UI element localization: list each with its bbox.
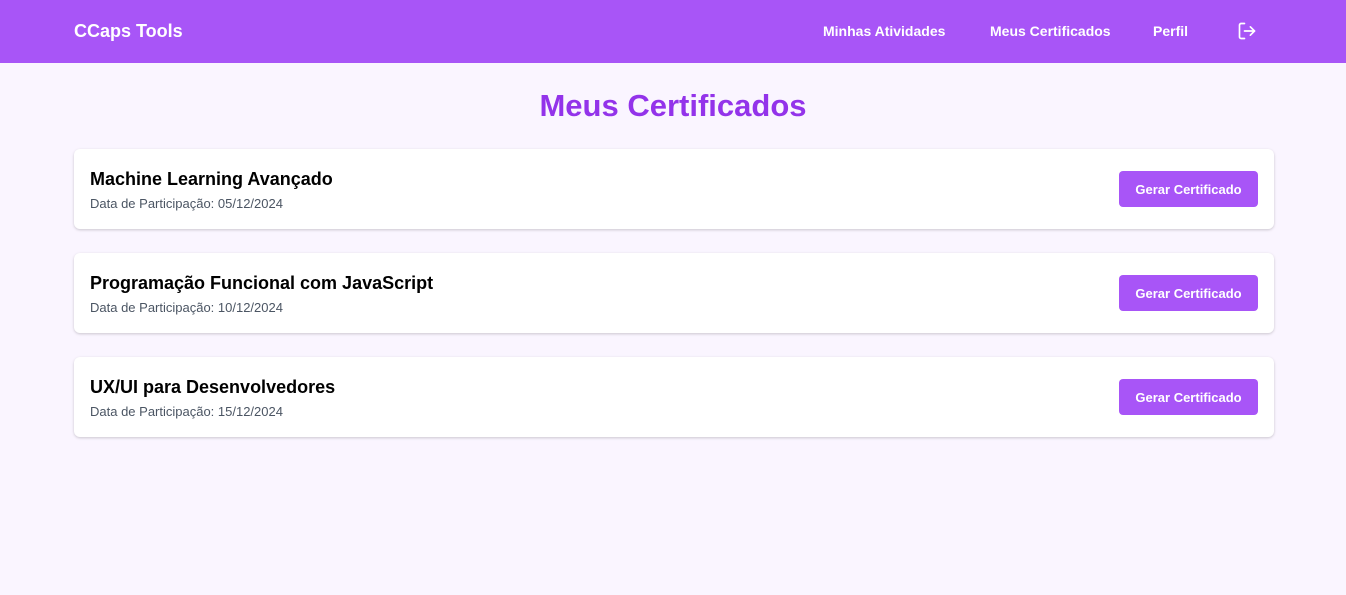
- nav-perfil[interactable]: Perfil: [1153, 23, 1188, 39]
- certificate-card: Machine Learning Avançado Data de Partic…: [74, 149, 1274, 229]
- generate-certificate-button[interactable]: Gerar Certificado: [1119, 379, 1258, 415]
- certificate-title: Machine Learning Avançado: [90, 169, 333, 189]
- participation-date: Data de Participação: 15/12/2024: [90, 404, 283, 419]
- generate-certificate-button[interactable]: Gerar Certificado: [1119, 171, 1258, 207]
- participation-date: Data de Participação: 10/12/2024: [90, 300, 283, 315]
- nav-meus-certificados[interactable]: Meus Certificados: [990, 23, 1111, 39]
- generate-certificate-button[interactable]: Gerar Certificado: [1119, 275, 1258, 311]
- certificate-card: UX/UI para Desenvolvedores Data de Parti…: [74, 357, 1274, 437]
- navbar: CCaps Tools Minhas Atividades Meus Certi…: [0, 0, 1346, 63]
- certificate-title: Programação Funcional com JavaScript: [90, 273, 434, 293]
- page-title: Meus Certificados: [539, 88, 807, 123]
- nav-minhas-atividades[interactable]: Minhas Atividades: [823, 23, 945, 39]
- certificate-card: Programação Funcional com JavaScript Dat…: [74, 253, 1274, 333]
- nav-links: Minhas Atividades Meus Certificados Perf…: [0, 23, 1346, 43]
- participation-date: Data de Participação: 05/12/2024: [90, 196, 283, 211]
- certificate-title: UX/UI para Desenvolvedores: [90, 377, 336, 397]
- logout-icon[interactable]: [1237, 21, 1257, 41]
